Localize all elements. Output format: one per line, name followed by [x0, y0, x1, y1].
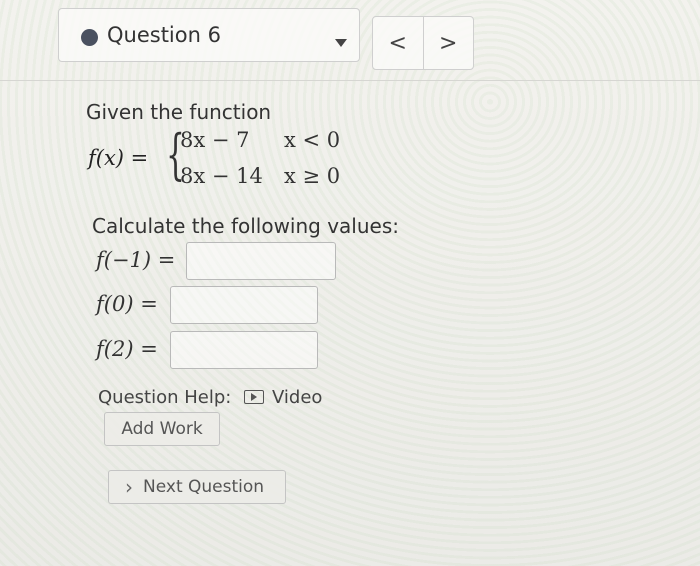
- answer-input-3[interactable]: [170, 331, 318, 369]
- answer-input-1[interactable]: [186, 242, 336, 280]
- question-title: Question 6: [107, 23, 221, 47]
- chevron-right-icon: ›: [125, 475, 133, 499]
- answer-label-3: f(2) =: [96, 337, 158, 361]
- question-status-dot: [81, 29, 98, 46]
- answer-label-1: f(−1) =: [96, 248, 176, 272]
- problem-intro: Given the function: [86, 100, 272, 124]
- next-question-button[interactable]: › Next Question: [108, 470, 286, 504]
- calc-prompt: Calculate the following values:: [92, 214, 400, 238]
- question-selector[interactable]: Question 6: [58, 8, 360, 62]
- case-2-condition: x ≥ 0: [284, 164, 341, 188]
- next-question-arrow-button[interactable]: >: [422, 17, 474, 69]
- answer-input-2[interactable]: [170, 286, 318, 324]
- question-nav: < >: [372, 16, 474, 70]
- question-help-label: Question Help:: [98, 387, 232, 408]
- answer-label-2: f(0) =: [96, 292, 158, 316]
- add-work-label: Add Work: [121, 419, 203, 439]
- case-1-expr: 8x − 7: [180, 128, 250, 152]
- video-play-icon[interactable]: [244, 390, 264, 404]
- header-divider: [0, 80, 700, 81]
- dropdown-caret-icon[interactable]: [335, 39, 347, 47]
- case-2-expr: 8x − 14: [180, 164, 263, 188]
- video-link[interactable]: Video: [272, 387, 322, 408]
- add-work-button[interactable]: Add Work: [104, 412, 220, 446]
- case-1-condition: x < 0: [284, 128, 341, 152]
- background-texture: [0, 0, 700, 566]
- previous-question-button[interactable]: <: [373, 17, 423, 69]
- next-question-label: Next Question: [143, 477, 265, 497]
- function-name: f(x) =: [88, 146, 149, 170]
